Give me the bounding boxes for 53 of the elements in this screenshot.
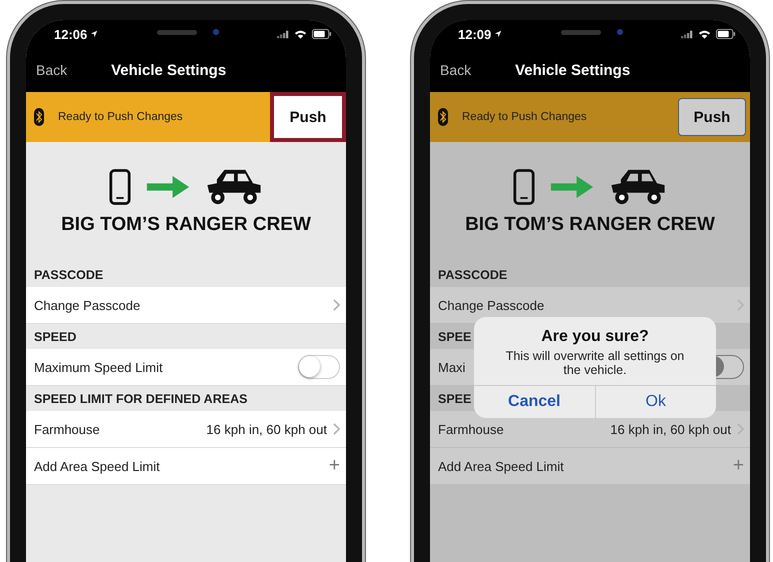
- toggle-switch[interactable]: [298, 355, 340, 379]
- location-icon: [90, 30, 98, 38]
- section-header: SPEED: [34, 330, 76, 344]
- section-header: PASSCODE: [438, 268, 508, 282]
- bluetooth-icon: [34, 108, 44, 126]
- vehicle-name: BIG TOM’S RANGER CREW: [61, 214, 311, 236]
- row-label: Add Area Speed Limit: [34, 458, 161, 474]
- row-label: Farmhouse: [34, 422, 101, 436]
- chevron-icon: [333, 299, 340, 311]
- row-label: Farmhouse: [438, 422, 505, 436]
- battery-icon: [716, 29, 736, 39]
- back-button[interactable]: Back: [440, 62, 472, 78]
- signal-icon: [277, 30, 289, 38]
- banner-message: Ready to Push Changes: [58, 111, 184, 123]
- arrow-icon: [145, 176, 191, 198]
- row-label: Maxi: [438, 360, 466, 374]
- row-label: Add Area Speed Limit: [438, 458, 565, 474]
- phone-icon: [513, 168, 535, 206]
- status-time: 12:09: [458, 26, 492, 42]
- row-label: Maximum Speed Limit: [34, 360, 163, 374]
- wifi-icon: [294, 29, 307, 39]
- dialog-title: Are you sure?: [540, 327, 650, 346]
- settings-row[interactable]: Change Passcode: [26, 287, 346, 324]
- section-header: PASSCODE: [34, 268, 104, 282]
- dialog-message: This will overwrite all settings on the vehicle.: [504, 348, 686, 379]
- settings-row[interactable]: Add Area Speed Limit +: [430, 448, 750, 485]
- section-header: SPEE: [438, 392, 472, 406]
- vehicle-name: BIG TOM’S RANGER CREW: [465, 214, 715, 236]
- wifi-icon: [698, 29, 711, 39]
- push-button[interactable]: Push: [678, 98, 746, 136]
- row-label: Change Passcode: [438, 298, 546, 312]
- arrow-icon: [549, 176, 595, 198]
- add-icon[interactable]: +: [328, 455, 340, 477]
- phone-icon: [109, 168, 131, 206]
- banner-message: Ready to Push Changes: [462, 111, 588, 123]
- screen-title: Vehicle Settings: [111, 62, 226, 78]
- signal-icon: [681, 30, 693, 38]
- battery-icon: [312, 29, 332, 39]
- back-button[interactable]: Back: [36, 62, 68, 78]
- row-value: 16 kph in, 60 kph out: [206, 422, 327, 436]
- settings-row[interactable]: Farmhouse 16 kph in, 60 kph out: [26, 411, 346, 448]
- chevron-icon: [333, 423, 340, 435]
- section-header: SPEED LIMIT FOR DEFINED AREAS: [34, 392, 248, 406]
- location-icon: [494, 30, 502, 38]
- row-value: 16 kph in, 60 kph out: [610, 422, 731, 436]
- bluetooth-icon: [438, 108, 448, 126]
- screen-title: Vehicle Settings: [515, 62, 630, 78]
- dialog-button[interactable]: Ok: [594, 386, 716, 418]
- settings-row[interactable]: Add Area Speed Limit +: [26, 448, 346, 485]
- row-label: Change Passcode: [34, 298, 142, 312]
- push-button[interactable]: Push: [270, 92, 346, 142]
- section-header: SPEE: [438, 330, 472, 344]
- status-time: 12:06: [54, 26, 88, 42]
